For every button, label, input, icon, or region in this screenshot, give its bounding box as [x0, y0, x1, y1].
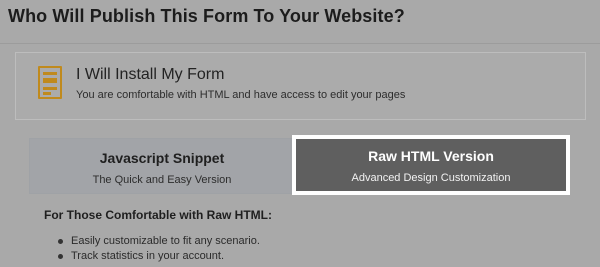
tab-raw-html-highlight: Raw HTML Version Advanced Design Customi…	[296, 139, 566, 191]
raw-html-details-heading: For Those Comfortable with Raw HTML:	[44, 208, 272, 222]
tab-raw-html-subtitle: Advanced Design Customization	[351, 172, 511, 184]
install-my-form-option[interactable]: I Will Install My Form You are comfortab…	[15, 52, 586, 120]
raw-html-benefits-list: Easily customizable to fit any scenario.…	[58, 234, 260, 264]
install-option-subtitle: You are comfortable with HTML and have a…	[76, 89, 406, 101]
form-icon	[38, 66, 62, 99]
bullet-icon	[58, 239, 63, 244]
tab-javascript-snippet-title: Javascript Snippet	[99, 150, 225, 166]
list-item: Easily customizable to fit any scenario.	[58, 234, 260, 249]
tab-javascript-snippet-subtitle: The Quick and Easy Version	[92, 174, 232, 186]
page-title: Who Will Publish This Form To Your Websi…	[8, 6, 405, 26]
tab-raw-html-title: Raw HTML Version	[368, 148, 494, 164]
install-option-title: I Will Install My Form	[76, 66, 225, 83]
bullet-icon	[58, 254, 63, 259]
tab-javascript-snippet[interactable]: Javascript Snippet The Quick and Easy Ve…	[29, 138, 295, 194]
list-item: Track statistics in your account.	[58, 249, 260, 264]
tab-raw-html-version[interactable]: Raw HTML Version Advanced Design Customi…	[292, 135, 570, 195]
benefit-text: Easily customizable to fit any scenario.	[71, 235, 260, 247]
benefit-text: Track statistics in your account.	[71, 250, 225, 262]
